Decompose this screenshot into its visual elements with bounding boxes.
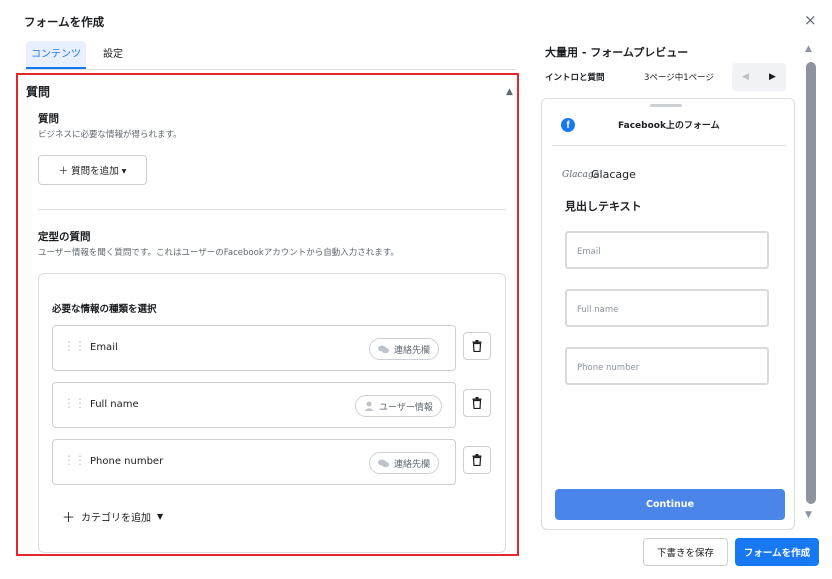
- save-draft-button[interactable]: 下書きを保存: [643, 538, 728, 566]
- questions-title: 質問: [38, 113, 59, 125]
- standard-questions-subtitle: ユーザー情報を聞く質問です。これはユーザーのFacebookアカウントから自動入…: [38, 248, 399, 258]
- questions-panel: 質問 ▲ 質問 ビジネスに必要な情報が得られます。 ＋ 質問を追加 ▾ 定型の質…: [16, 73, 519, 556]
- person-icon: [364, 401, 374, 411]
- scroll-up-arrow-icon[interactable]: ▲: [805, 44, 812, 54]
- dialog-title: フォームを作成: [24, 15, 105, 29]
- add-category-label: カテゴリを追加: [81, 513, 152, 524]
- preview-pager: ◀ ▶: [732, 63, 786, 91]
- delete-icon[interactable]: [463, 446, 491, 474]
- info-type-card-title: 必要な情報の種類を選択: [52, 304, 157, 315]
- tab-settings[interactable]: 設定: [96, 41, 130, 69]
- plus-icon: ＋: [62, 511, 76, 526]
- category-tag: 連絡先欄: [369, 452, 440, 474]
- scroll-down-arrow-icon[interactable]: ▼: [805, 510, 812, 520]
- preview-form-title: Facebook上のフォーム: [618, 121, 720, 131]
- scrollbar-thumb[interactable]: [806, 62, 816, 504]
- section-heading: 質問: [26, 85, 51, 99]
- active-tab-indicator: [26, 67, 86, 69]
- preview-field-phone-number: Phone number: [565, 347, 769, 385]
- question-row-full-name[interactable]: ⋮⋮ Full name ユーザー情報: [52, 382, 456, 428]
- tab-divider: [24, 69, 516, 70]
- category-tag-label: ユーザー情報: [379, 402, 433, 413]
- preview-divider: [552, 145, 786, 146]
- preview-headline: 見出しテキスト: [565, 200, 642, 213]
- add-question-label: ＋ 質問を追加 ▾: [58, 166, 127, 177]
- category-tag: 連絡先欄: [369, 338, 440, 360]
- tab-content[interactable]: コンテンツ: [26, 41, 86, 69]
- preview-section-label: イントロと質問: [545, 73, 605, 83]
- facebook-icon: f: [561, 118, 575, 132]
- chevron-up-icon[interactable]: ▲: [506, 87, 513, 97]
- add-question-button[interactable]: ＋ 質問を追加 ▾: [38, 155, 147, 185]
- question-row-label: Phone number: [90, 456, 164, 467]
- next-page-icon[interactable]: ▶: [769, 72, 776, 82]
- continue-button[interactable]: Continue: [555, 489, 785, 520]
- preview-handle: [650, 104, 682, 107]
- drag-handle-icon[interactable]: ⋮⋮: [63, 396, 86, 410]
- question-row-label: Email: [90, 342, 118, 353]
- question-row-label: Full name: [90, 399, 139, 410]
- drag-handle-icon[interactable]: ⋮⋮: [63, 339, 86, 353]
- questions-subtitle: ビジネスに必要な情報が得られます。: [38, 130, 182, 140]
- category-tag: ユーザー情報: [355, 395, 442, 417]
- preview-page-indicator: 3ページ中1ページ: [644, 73, 714, 83]
- preview-field-full-name: Full name: [565, 289, 769, 327]
- standard-questions-title: 定型の質問: [38, 231, 91, 243]
- drag-handle-icon[interactable]: ⋮⋮: [63, 453, 86, 467]
- preview-field-email: Email: [565, 231, 769, 269]
- delete-icon[interactable]: [463, 389, 491, 417]
- category-tag-label: 連絡先欄: [394, 459, 431, 470]
- preview-title: 大量用 - フォームプレビュー: [545, 46, 689, 59]
- create-form-button[interactable]: フォームを作成: [735, 538, 819, 566]
- question-row-email[interactable]: ⋮⋮ Email 連絡先欄: [52, 325, 456, 371]
- brand-name: Glacage: [591, 168, 636, 181]
- add-category-button[interactable]: ＋ カテゴリを追加 ▼: [62, 507, 163, 526]
- category-tag-label: 連絡先欄: [394, 345, 431, 356]
- question-row-phone-number[interactable]: ⋮⋮ Phone number 連絡先欄: [52, 439, 456, 485]
- close-icon[interactable]: ×: [804, 11, 817, 29]
- previous-page-icon[interactable]: ◀: [742, 72, 749, 82]
- section-divider: [38, 209, 506, 210]
- chat-icon: [378, 345, 389, 353]
- chat-icon: [378, 459, 389, 467]
- delete-icon[interactable]: [463, 332, 491, 360]
- caret-down-icon: ▼: [157, 512, 164, 521]
